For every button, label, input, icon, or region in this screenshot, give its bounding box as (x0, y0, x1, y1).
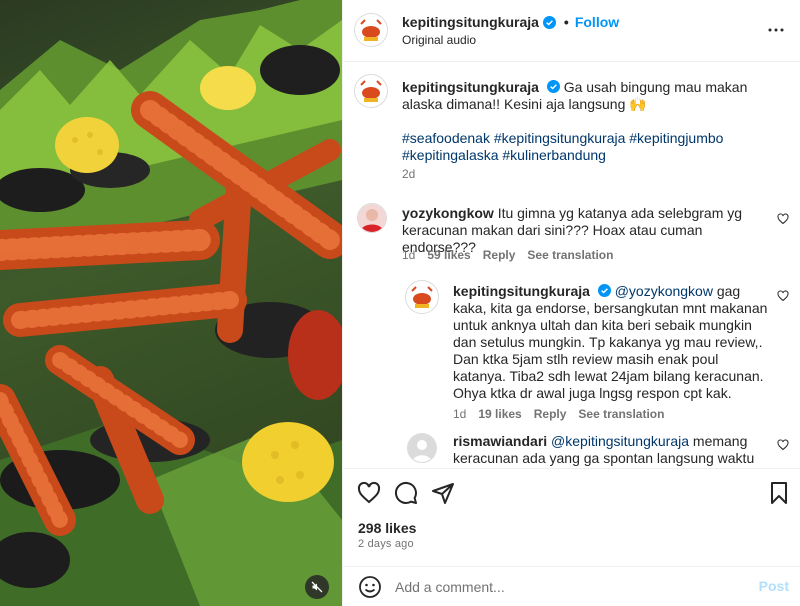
comment-meta: 1d 59 likes Reply See translation (402, 248, 613, 262)
reply-username[interactable]: kepitingsitungkuraja (453, 283, 590, 299)
comment-item: yozykongkow Itu gimna yg katanya ada sel… (343, 201, 800, 271)
reply-button[interactable]: Reply (483, 248, 516, 262)
reply-item: kepitingsitungkuraja @yozykongkow gag ka… (343, 278, 800, 428)
post-dialog: kepitingsitungkuraja • Follow Original a… (0, 0, 800, 606)
author-username[interactable]: kepitingsitungkuraja (402, 14, 539, 30)
crab-logo-icon (406, 281, 438, 313)
see-translation-button[interactable]: See translation (578, 407, 664, 421)
crab-logo-icon (355, 75, 387, 107)
speaker-muted-icon (311, 581, 323, 593)
save-bookmark-icon[interactable] (767, 481, 791, 505)
reply-mention[interactable]: @yozykongkow (615, 283, 713, 299)
caption: kepitingsitungkuraja Ga usah bingung mau… (343, 63, 800, 203)
commenter-avatar[interactable] (357, 203, 387, 233)
caption-avatar[interactable] (354, 74, 388, 108)
comment-input[interactable] (395, 575, 735, 599)
like-heart-icon[interactable] (357, 481, 381, 505)
caption-text: kepitingsitungkuraja Ga usah bingung mau… (402, 79, 772, 113)
post-comment-button[interactable]: Post (759, 578, 789, 594)
comment-like-heart-icon[interactable] (777, 213, 789, 225)
verified-badge-icon (597, 284, 611, 297)
comments-list[interactable]: kepitingsitungkuraja Ga usah bingung mau… (343, 63, 800, 468)
audio-label[interactable]: Original audio (402, 33, 476, 47)
reply-like-heart-icon[interactable] (777, 290, 789, 302)
author-avatar[interactable] (354, 13, 388, 47)
comment-bubble-icon[interactable] (394, 481, 418, 505)
user-photo-icon (358, 204, 386, 232)
comment-likes[interactable]: 59 likes (427, 248, 470, 262)
caption-username[interactable]: kepitingsitungkuraja (402, 79, 539, 95)
crab-logo-icon (355, 14, 387, 46)
post-video[interactable] (0, 0, 342, 606)
reply-meta: 1d 19 likes Reply See translation (453, 407, 664, 421)
reply-button[interactable]: Reply (534, 407, 567, 421)
reply-like-heart-icon[interactable] (777, 439, 789, 451)
reply-likes[interactable]: 19 likes (478, 407, 521, 421)
reply-text: kepitingsitungkuraja @yozykongkow gag ka… (453, 283, 769, 402)
post-header: kepitingsitungkuraja • Follow Original a… (343, 0, 800, 62)
post-actions: 298 likes 2 days ago Post (343, 468, 800, 606)
reply-mention[interactable]: @kepitingsitungkuraja (551, 433, 689, 449)
emoji-smiley-icon[interactable] (358, 575, 382, 599)
caption-time[interactable]: 2d (402, 167, 415, 181)
reply-avatar[interactable] (405, 280, 439, 314)
verified-badge-icon (542, 15, 556, 29)
see-translation-button[interactable]: See translation (527, 248, 613, 262)
more-options-icon[interactable] (767, 21, 785, 39)
caption-hashtags[interactable]: #seafoodenak #kepitingsitungkuraja #kepi… (402, 130, 742, 164)
verified-badge-icon (546, 80, 560, 93)
person-silhouette-icon (408, 434, 436, 462)
default-avatar[interactable] (407, 433, 437, 463)
post-time[interactable]: 2 days ago (358, 538, 414, 550)
header-user-row: kepitingsitungkuraja • Follow (402, 14, 619, 30)
audio-muted-button[interactable] (305, 575, 329, 599)
reply-item: rismawiandari @kepitingsitungkuraja mema… (343, 431, 800, 468)
share-paper-plane-icon[interactable] (431, 481, 455, 505)
header-separator: • (563, 14, 569, 30)
reply-body: gag kaka, kita ga endorse, bersangkutan … (453, 283, 768, 401)
caption-meta: 2d (402, 167, 415, 181)
food-photo (0, 0, 342, 606)
reply-username[interactable]: rismawiandari (453, 433, 547, 449)
likes-count[interactable]: 298 likes (358, 520, 416, 536)
reply-time[interactable]: 1d (453, 407, 466, 421)
add-comment-bar: Post (343, 566, 800, 606)
comment-username[interactable]: yozykongkow (402, 205, 494, 221)
post-details-panel: kepitingsitungkuraja • Follow Original a… (342, 0, 800, 606)
follow-button[interactable]: Follow (575, 14, 619, 30)
comment-time[interactable]: 1d (402, 248, 415, 262)
reply-text: rismawiandari @kepitingsitungkuraja mema… (453, 433, 769, 468)
